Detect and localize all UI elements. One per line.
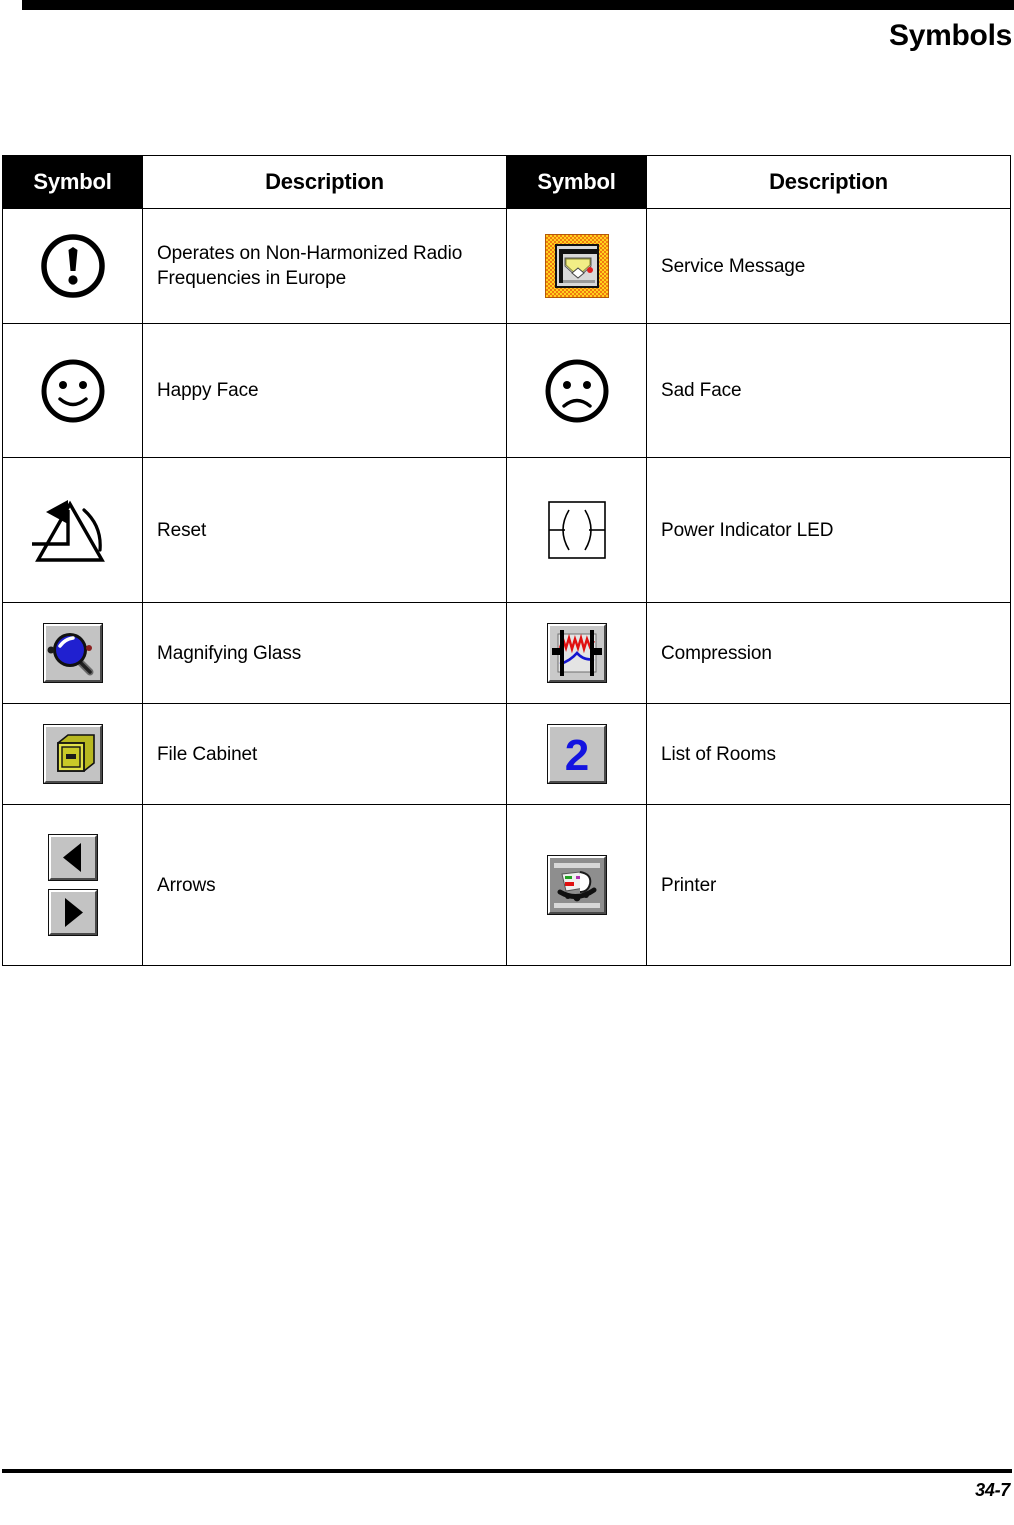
description-cell: Service Message xyxy=(646,208,1011,324)
description-cell: File Cabinet xyxy=(142,703,507,805)
footer-rule xyxy=(2,1469,1012,1473)
description-cell: Compression xyxy=(646,602,1011,704)
description-cell: Arrows xyxy=(142,804,507,966)
symbol-cell-list-of-rooms: 2 xyxy=(506,703,647,805)
symbol-cell-happy-face xyxy=(2,323,143,458)
header-rule xyxy=(22,0,1014,10)
description-cell: Printer xyxy=(646,804,1011,966)
arrows-icon xyxy=(3,834,142,936)
exclamation-in-circle-icon xyxy=(38,231,108,301)
svg-text:2: 2 xyxy=(564,731,588,780)
magnifying-glass-icon xyxy=(42,623,103,683)
table-row: Arrows Printer xyxy=(2,804,1011,966)
table-row: Happy Face Sad Face xyxy=(2,323,1011,458)
column-header-symbol-left: Symbol xyxy=(2,155,143,209)
symbol-cell-exclamation xyxy=(2,208,143,324)
file-cabinet-icon xyxy=(42,724,103,784)
reset-triangle-arrow-icon xyxy=(30,490,116,570)
description-cell: Power Indicator LED xyxy=(646,457,1011,603)
table-row: Operates on Non-Harmonized Radio Frequen… xyxy=(2,208,1011,324)
page-title: Symbols xyxy=(889,19,1012,52)
column-header-symbol-right: Symbol xyxy=(506,155,647,209)
table-row: Reset Power Indicator LED xyxy=(2,457,1011,603)
list-of-rooms-icon: 2 xyxy=(546,724,607,784)
symbol-cell-magnifying-glass xyxy=(2,602,143,704)
sad-face-icon xyxy=(542,356,612,426)
symbol-cell-compression xyxy=(506,602,647,704)
column-header-description-left: Description xyxy=(142,155,507,209)
symbol-cell-reset xyxy=(2,457,143,603)
symbol-cell-power-led xyxy=(506,457,647,603)
symbol-cell-service-message xyxy=(506,208,647,324)
description-cell: Operates on Non-Harmonized Radio Frequen… xyxy=(142,208,507,324)
description-cell: Reset xyxy=(142,457,507,603)
arrow-right-icon xyxy=(47,889,98,936)
description-cell: Sad Face xyxy=(646,323,1011,458)
page-number: 34-7 xyxy=(975,1480,1010,1500)
service-message-icon xyxy=(544,234,609,298)
symbol-cell-file-cabinet xyxy=(2,703,143,805)
table-row: File Cabinet 2 List of Rooms xyxy=(2,703,1011,805)
arrow-left-icon xyxy=(47,834,98,881)
symbol-cell-printer xyxy=(506,804,647,966)
table-header-row: Symbol Description Symbol Description xyxy=(2,155,1011,209)
compression-icon xyxy=(546,623,607,683)
power-indicator-led-icon xyxy=(539,496,615,564)
column-header-description-right: Description xyxy=(646,155,1011,209)
description-cell: Happy Face xyxy=(142,323,507,458)
happy-face-icon xyxy=(38,356,108,426)
symbol-cell-sad-face xyxy=(506,323,647,458)
symbol-cell-arrows xyxy=(2,804,143,966)
table-row: Magnifying Glass Compression xyxy=(2,602,1011,704)
symbols-table: Symbol Description Symbol Description Op… xyxy=(2,155,1011,966)
printer-icon xyxy=(546,855,607,915)
description-cell: List of Rooms xyxy=(646,703,1011,805)
description-cell: Magnifying Glass xyxy=(142,602,507,704)
